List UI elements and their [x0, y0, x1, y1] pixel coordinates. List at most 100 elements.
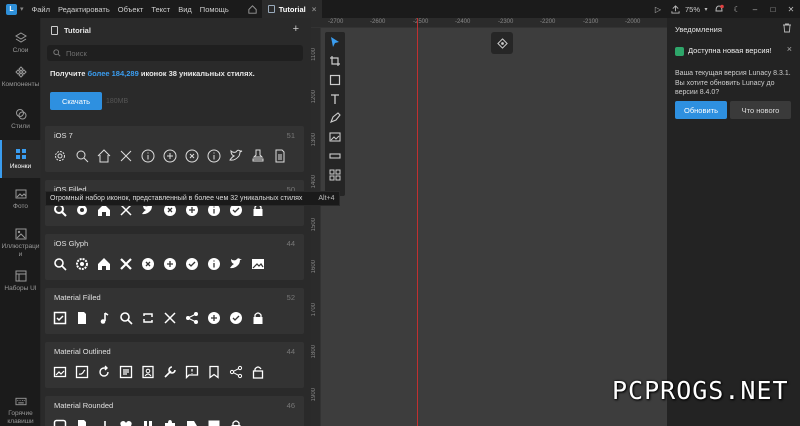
wrench-icon [164, 366, 176, 378]
add-icon[interactable]: + [293, 23, 299, 35]
rectangle-tool-icon[interactable] [329, 74, 341, 86]
tab-tutorial[interactable]: Tutorial × [261, 0, 323, 18]
rail-item-icons[interactable]: Иконки [0, 140, 41, 178]
update-badge-icon [675, 47, 684, 56]
close-icon[interactable]: × [787, 44, 792, 54]
category-material-filled[interactable]: Material Filled 52 [45, 288, 304, 334]
rail-item-photo[interactable]: Фото [0, 188, 41, 218]
notifications-title: Уведомления [675, 25, 722, 34]
component-tool-icon[interactable] [329, 150, 341, 162]
label-icon [187, 421, 197, 426]
chevron-down-icon[interactable]: ▾ [20, 5, 24, 13]
menu-object[interactable]: Объект [118, 5, 144, 14]
twitter-box-icon [75, 365, 89, 379]
search-input[interactable] [66, 48, 286, 58]
rail-item-ui-kits[interactable]: Наборы UI [0, 270, 41, 300]
menu-file[interactable]: Файл [32, 5, 50, 14]
photo-icon [15, 189, 26, 199]
info-circle-icon [207, 149, 221, 163]
rail-item-styles[interactable]: Стили [0, 108, 41, 138]
refresh-icon [99, 365, 109, 377]
twitter-icon [229, 149, 243, 161]
plus-circle-icon [164, 258, 176, 270]
home-icon[interactable] [247, 4, 258, 15]
trash-icon[interactable] [782, 23, 792, 33]
notification-body: Ваша текущая версия Lunacy 8.3.1. Вы хот… [675, 70, 791, 96]
rail-item-layers[interactable]: Слои [0, 32, 41, 62]
rail-item-illustrations[interactable]: Иллюстраци и [0, 228, 41, 264]
file-icon [78, 312, 86, 324]
menu-help[interactable]: Помощь [200, 5, 229, 14]
play-icon[interactable]: ▷ [649, 0, 667, 18]
ruler-label: 1700 [311, 303, 317, 317]
guide-line[interactable] [417, 18, 418, 426]
ruler-label: -2000 [625, 19, 641, 25]
menu-edit[interactable]: Редактировать [58, 5, 110, 14]
category-material-rounded[interactable]: Material Rounded 46 [45, 396, 304, 426]
app-logo-icon[interactable]: L [6, 3, 17, 15]
checkbox-icon [53, 419, 67, 426]
info-icon [141, 149, 155, 163]
moon-icon[interactable]: ☾ [728, 0, 746, 18]
ruler-label: 1300 [311, 133, 317, 147]
share-icon[interactable] [667, 0, 685, 18]
icons-panel: Tutorial + Получите более 184,289 иконок… [41, 18, 340, 426]
ruler-label: 1400 [311, 175, 317, 189]
rail-item-components[interactable]: Компоненты [0, 66, 41, 96]
ruler-vertical[interactable]: 1100 1200 1300 1400 1500 1600 1700 1800 … [311, 28, 321, 426]
menu-text[interactable]: Текст [151, 5, 170, 14]
home-icon [97, 149, 111, 163]
share-icon [186, 312, 198, 324]
whats-new-button[interactable]: Что нового [730, 101, 791, 119]
select-tool-icon[interactable] [329, 36, 341, 48]
category-name: Material Filled [54, 293, 101, 302]
window-close-icon[interactable]: ✕ [782, 0, 800, 18]
tooltip-hotkey: Alt+4 [318, 195, 335, 202]
category-material-outlined[interactable]: Material Outlined 44 [45, 342, 304, 388]
category-count: 52 [286, 293, 295, 302]
rail-label: Слои [12, 47, 29, 54]
ruler-label: -2400 [455, 19, 471, 25]
pause-icon [144, 421, 152, 426]
category-count: 44 [286, 239, 295, 248]
ruler-label: 1100 [311, 48, 317, 61]
minimize-icon[interactable]: – [746, 0, 764, 18]
design-canvas[interactable]: -2700 -2600 -2500 -2400 -2300 -2200 -210… [311, 18, 667, 426]
text-tool-icon[interactable] [329, 93, 341, 105]
chevron-down-icon[interactable]: ▾ [702, 0, 710, 18]
promo-post: иконок 38 уникальных стилях. [138, 69, 255, 78]
grid-tool-icon[interactable] [329, 169, 341, 181]
music-note-icon [100, 312, 109, 324]
promo-text: Получите более 184,289 иконок 38 уникаль… [50, 69, 255, 78]
menu-view[interactable]: Вид [178, 5, 192, 14]
category-ios-glyph[interactable]: iOS Glyph 44 [45, 234, 304, 280]
category-ios7[interactable]: iOS 7 51 [45, 126, 304, 172]
update-button[interactable]: Обновить [675, 101, 727, 119]
watermark: PCPROGS.NET [612, 376, 789, 405]
zoom-level[interactable]: 75% [685, 5, 700, 14]
close-icon[interactable]: × [312, 5, 317, 14]
ruler-horizontal[interactable]: -2700 -2600 -2500 -2400 -2300 -2200 -210… [311, 18, 667, 28]
close-icon [120, 258, 132, 270]
category-count: 51 [286, 131, 295, 140]
checkmark-circle-icon [230, 312, 242, 324]
search-icon [53, 49, 61, 57]
image-icon [252, 259, 264, 269]
bell-icon[interactable] [710, 0, 728, 18]
category-name: Material Rounded [54, 401, 114, 410]
image-tool-icon[interactable] [329, 131, 341, 143]
focus-button[interactable] [491, 32, 513, 54]
rail-item-hotkeys[interactable]: Горячие клавиши [0, 396, 41, 426]
checkmark-circle-icon [186, 258, 198, 270]
pen-tool-icon[interactable] [329, 112, 341, 124]
promo-highlight[interactable]: более 184,289 [88, 69, 139, 78]
maximize-icon[interactable]: □ [764, 0, 782, 18]
download-button[interactable]: Скачать [50, 92, 102, 110]
checkbox-icon [53, 311, 67, 325]
search-box[interactable] [47, 45, 303, 61]
ruler-label: 1900 [311, 388, 317, 402]
search-icon [54, 258, 67, 271]
close-icon [120, 150, 132, 162]
target-icon [496, 37, 508, 49]
frame-tool-icon[interactable] [329, 55, 341, 67]
